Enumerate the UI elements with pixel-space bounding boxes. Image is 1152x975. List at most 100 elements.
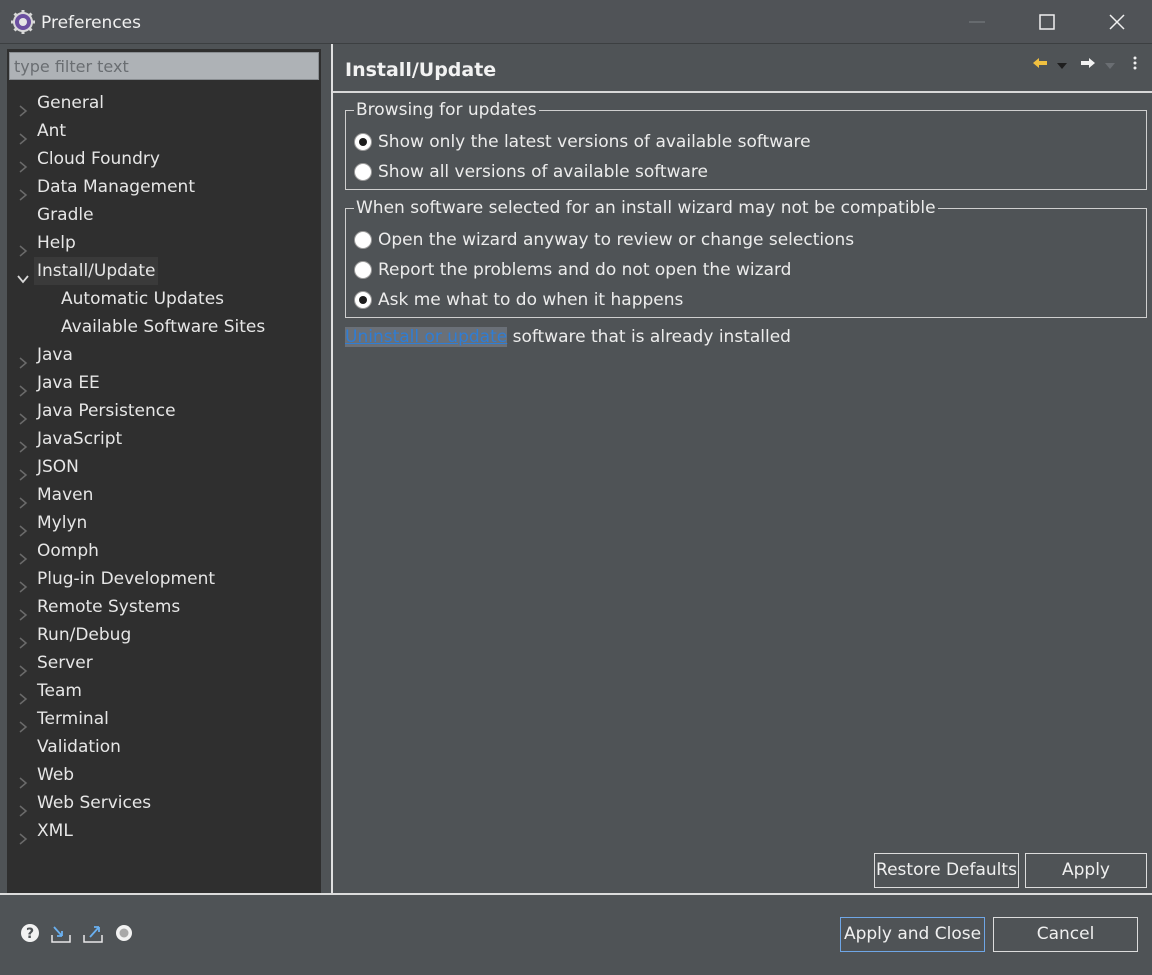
radio-button[interactable] <box>354 231 372 249</box>
chevron-down-icon[interactable] <box>17 266 29 284</box>
tree-item-web[interactable]: Web <box>7 761 321 789</box>
tree-item-label: Plug-in Development <box>37 569 216 589</box>
tree-item-maven[interactable]: Maven <box>7 481 321 509</box>
radio-button[interactable] <box>354 163 372 181</box>
close-icon <box>1109 14 1125 30</box>
chevron-right-icon[interactable] <box>17 518 29 537</box>
radio-button[interactable] <box>354 133 372 151</box>
radio-label: Report the problems and do not open the … <box>378 260 792 280</box>
preference-tree-panel: General Ant Cloud Foundry Data Management Gr… <box>7 49 321 894</box>
chevron-right-icon[interactable] <box>17 126 29 145</box>
tree-item-team[interactable]: Team <box>7 677 321 705</box>
export-icon[interactable] <box>82 923 104 949</box>
preferences-gear-icon <box>11 10 35 34</box>
tree-item-javascript[interactable]: JavaScript <box>7 425 321 453</box>
tree-item-available-software-sites[interactable]: Available Software Sites <box>7 313 321 341</box>
chevron-right-icon[interactable] <box>17 350 29 369</box>
chevron-right-icon[interactable] <box>17 182 29 201</box>
chevron-right-icon[interactable] <box>17 714 29 733</box>
tree-item-label: Java EE <box>37 373 100 393</box>
title-separator <box>333 91 1152 93</box>
tree-item-run-debug[interactable]: Run/Debug <box>7 621 321 649</box>
chevron-right-icon[interactable] <box>17 462 29 481</box>
tree-item-oomph[interactable]: Oomph <box>7 537 321 565</box>
chevron-right-icon[interactable] <box>17 602 29 621</box>
forward-arrow-icon[interactable] <box>1080 55 1096 75</box>
back-arrow-icon[interactable] <box>1032 55 1048 75</box>
filter-input[interactable] <box>9 52 319 80</box>
maximize-icon <box>1039 14 1055 30</box>
chevron-right-icon[interactable] <box>17 658 29 677</box>
oomph-record-icon[interactable] <box>114 923 134 947</box>
tree-item-data-management[interactable]: Data Management <box>7 173 321 201</box>
close-button[interactable] <box>1082 0 1152 44</box>
tree-item-java-persistence[interactable]: Java Persistence <box>7 397 321 425</box>
tree-item-label: Install/Update <box>34 257 159 285</box>
chevron-right-icon[interactable] <box>17 770 29 789</box>
tree-item-help[interactable]: Help <box>7 229 321 257</box>
tree-item-install-update[interactable]: Install/Update <box>7 257 321 285</box>
tree-item-label: Ant <box>37 121 67 141</box>
tree-item-json[interactable]: JSON <box>7 453 321 481</box>
restore-defaults-button[interactable]: Restore Defaults <box>874 853 1019 888</box>
window-title: Preferences <box>41 13 141 33</box>
tree-item-validation[interactable]: Validation <box>7 733 321 761</box>
chevron-right-icon[interactable] <box>17 406 29 425</box>
tree-item-plug-in-development[interactable]: Plug-in Development <box>7 565 321 593</box>
tree-item-label: Gradle <box>37 205 94 225</box>
radio-label: Open the wizard anyway to review or chan… <box>378 230 855 250</box>
maximize-button[interactable] <box>1012 0 1082 44</box>
chevron-right-icon[interactable] <box>17 798 29 817</box>
chevron-right-icon[interactable] <box>17 98 29 117</box>
chevron-right-icon[interactable] <box>17 686 29 705</box>
chevron-right-icon[interactable] <box>17 154 29 173</box>
tree-item-server[interactable]: Server <box>7 649 321 677</box>
tree-item-web-services[interactable]: Web Services <box>7 789 321 817</box>
minimize-icon <box>969 21 985 23</box>
tree-item-terminal[interactable]: Terminal <box>7 705 321 733</box>
tree-item-label: JavaScript <box>37 429 123 449</box>
tree-item-gradle[interactable]: Gradle <box>7 201 321 229</box>
tree-item-label: Java Persistence <box>37 401 176 421</box>
tree-item-xml[interactable]: XML <box>7 817 321 845</box>
preference-tree: General Ant Cloud Foundry Data Management Gr… <box>7 89 321 845</box>
tree-item-general[interactable]: General <box>7 89 321 117</box>
chevron-right-icon[interactable] <box>17 630 29 649</box>
chevron-right-icon[interactable] <box>17 546 29 565</box>
chevron-right-icon[interactable] <box>17 434 29 453</box>
uninstall-or-update-link[interactable]: Uninstall or update <box>345 327 508 347</box>
group-legend: Browsing for updates <box>354 100 539 120</box>
minimize-button[interactable] <box>942 0 1012 44</box>
radio-button[interactable] <box>354 291 372 309</box>
chevron-right-icon[interactable] <box>17 490 29 509</box>
apply-button[interactable]: Apply <box>1025 853 1147 888</box>
tree-item-label: Maven <box>37 485 94 505</box>
tree-item-label: Server <box>37 653 93 673</box>
radio-button[interactable] <box>354 261 372 279</box>
tree-item-label: Web <box>37 765 75 785</box>
radio-label: Ask me what to do when it happens <box>378 290 684 310</box>
apply-and-close-button[interactable]: Apply and Close <box>840 917 985 952</box>
tree-item-mylyn[interactable]: Mylyn <box>7 509 321 537</box>
panel-divider[interactable] <box>331 44 333 893</box>
help-icon[interactable]: ? <box>20 923 40 947</box>
title-bar: Preferences <box>0 0 1152 44</box>
tree-item-label: Java <box>37 345 73 365</box>
back-dropdown-icon[interactable] <box>1056 57 1068 76</box>
chevron-right-icon[interactable] <box>17 238 29 257</box>
tree-item-cloud-foundry[interactable]: Cloud Foundry <box>7 145 321 173</box>
chevron-right-icon[interactable] <box>17 574 29 593</box>
forward-dropdown-icon[interactable] <box>1104 57 1116 76</box>
tree-item-label: Oomph <box>37 541 99 561</box>
tree-item-java[interactable]: Java <box>7 341 321 369</box>
view-menu-icon[interactable] <box>1130 55 1140 75</box>
import-icon[interactable] <box>50 923 72 949</box>
tree-item-ant[interactable]: Ant <box>7 117 321 145</box>
tree-item-automatic-updates[interactable]: Automatic Updates <box>7 285 321 313</box>
tree-item-label: Help <box>37 233 76 253</box>
tree-item-remote-systems[interactable]: Remote Systems <box>7 593 321 621</box>
chevron-right-icon[interactable] <box>17 826 29 845</box>
cancel-button[interactable]: Cancel <box>993 917 1138 952</box>
chevron-right-icon[interactable] <box>17 378 29 397</box>
tree-item-java-ee[interactable]: Java EE <box>7 369 321 397</box>
